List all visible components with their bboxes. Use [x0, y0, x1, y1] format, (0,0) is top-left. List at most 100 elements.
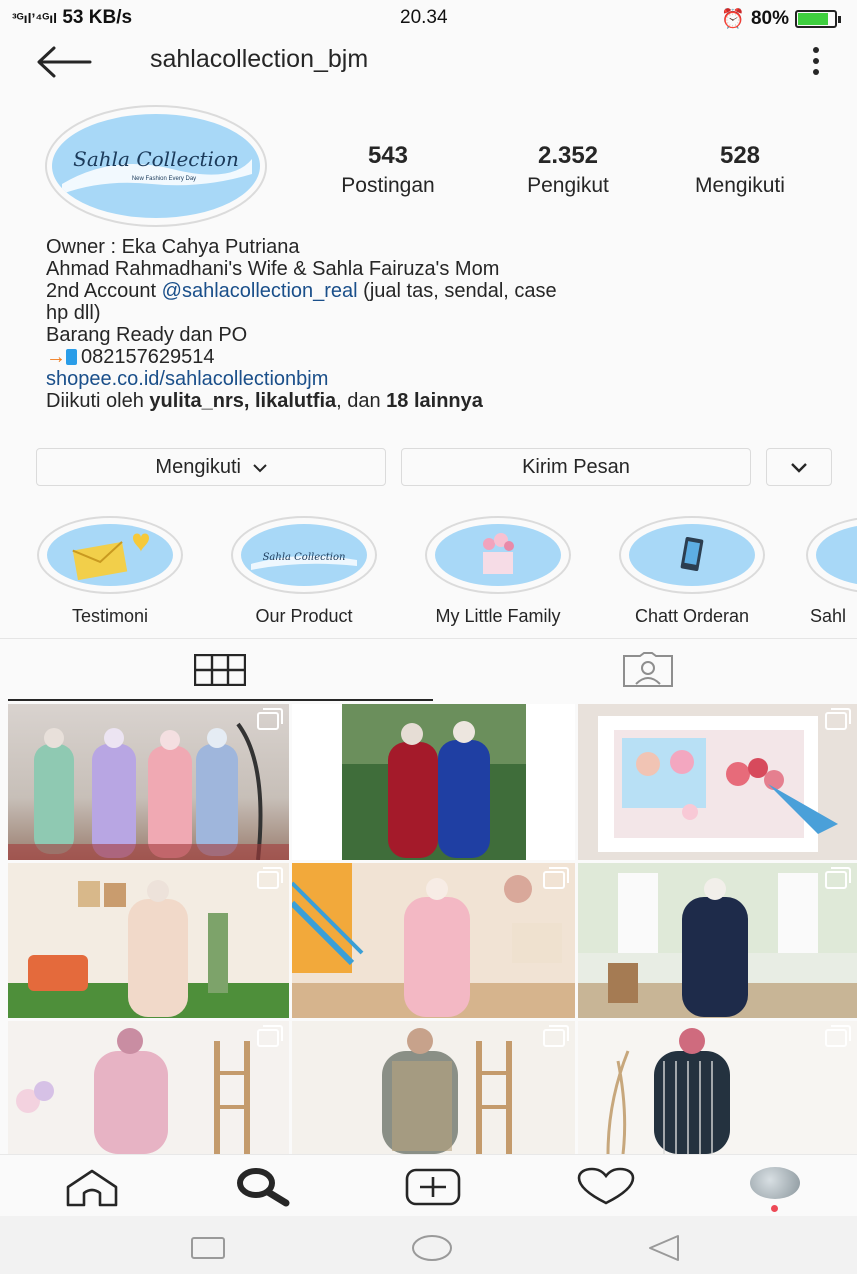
website-link[interactable]: shopee.co.id/sahlacollectionbjm — [46, 368, 826, 390]
highlight-label: Chatt Orderan — [634, 606, 750, 626]
highlight-our-product[interactable]: Sahla Collection Our Product — [224, 516, 384, 627]
new-post-icon[interactable] — [404, 1167, 462, 1207]
stat-following[interactable]: 528 Mengikuti — [670, 142, 810, 198]
followers-label: Pengikut — [527, 174, 609, 197]
multiple-posts-icon — [543, 867, 569, 889]
tabs-divider — [0, 638, 857, 639]
home-button-icon[interactable] — [410, 1234, 454, 1262]
highlight-label: Testimoni — [71, 606, 149, 626]
heart-icon[interactable] — [576, 1167, 636, 1207]
post-thumbnail[interactable] — [292, 863, 575, 1018]
posts-count: 543 — [367, 142, 409, 169]
bio-line: hp dll) — [46, 302, 101, 324]
arrow-phone-icon: → — [46, 346, 66, 368]
highlight-cover — [629, 524, 755, 586]
phone-icon — [66, 349, 77, 365]
network-signal: ³ᴳıl’⁴ᴳıl 53 KB/s — [12, 7, 132, 29]
multiple-posts-icon — [543, 708, 569, 730]
signal-icon: ³ᴳıl’⁴ᴳıl — [12, 10, 58, 26]
tagged-posts-icon[interactable] — [620, 652, 676, 688]
suggested-toggle-button[interactable] — [766, 448, 832, 486]
profile-username: sahlacollection_bjm — [150, 45, 369, 73]
phone-number: 082157629514 — [81, 346, 215, 368]
highlight-ring: Sahla Collection — [231, 516, 377, 594]
message-button[interactable]: Kirim Pesan — [401, 448, 751, 486]
highlight-ring — [425, 516, 571, 594]
envelope-heart-icon — [72, 533, 149, 581]
multiple-posts-icon — [257, 1025, 283, 1047]
highlight-testimoni[interactable]: Testimoni — [30, 516, 190, 627]
multiple-posts-icon — [543, 1025, 569, 1047]
profile-avatar-tab[interactable] — [750, 1167, 800, 1199]
status-bar: ³ᴳıl’⁴ᴳıl 53 KB/s 20.34 ⏰ 80% — [0, 0, 857, 34]
following-button-label: Mengikuti — [155, 456, 242, 478]
posts-label: Postingan — [341, 174, 435, 197]
post-thumbnail[interactable] — [8, 863, 289, 1018]
highlight-cover: Sahla Collection — [241, 524, 367, 586]
highlight-ring — [37, 516, 183, 594]
highlight-cover — [435, 524, 561, 586]
chevron-down-icon — [252, 464, 267, 473]
bio-line: → 082157629514 — [46, 346, 826, 368]
active-tab-indicator — [8, 699, 433, 701]
notification-dot — [771, 1205, 778, 1212]
gift-box-icon — [483, 533, 514, 574]
post-thumbnail[interactable] — [578, 863, 857, 1018]
following-button[interactable]: Mengikuti — [36, 448, 386, 486]
highlight-ring — [619, 516, 765, 594]
post-thumbnail[interactable] — [8, 704, 289, 860]
battery-percent: 80% — [750, 8, 789, 29]
system-navigation — [0, 1216, 857, 1274]
clock: 20.34 — [400, 7, 448, 28]
network-speed: 53 KB/s — [62, 7, 133, 28]
post-thumbnail[interactable] — [292, 1021, 575, 1154]
home-icon[interactable] — [64, 1169, 120, 1207]
bio-line: Ahmad Rahmadhani's Wife & Sahla Fairuza'… — [46, 258, 500, 280]
followers-count: 2.352 — [537, 142, 599, 169]
back-button-icon[interactable] — [646, 1234, 682, 1262]
alarm-icon: ⏰ — [721, 9, 745, 30]
followed-by[interactable]: Diikuti oleh yulita_nrs, likalutfia, dan… — [46, 390, 826, 412]
svg-text:Sahla Collection: Sahla Collection — [263, 552, 346, 563]
highlight-my-little-family[interactable]: My Little Family — [418, 516, 578, 627]
post-thumbnail[interactable] — [578, 1021, 857, 1154]
multiple-posts-icon — [825, 708, 851, 730]
grid-view-icon[interactable] — [194, 654, 246, 686]
multiple-posts-icon — [257, 708, 283, 730]
avatar[interactable]: Sahla Collection New Fashion Every Day — [52, 114, 260, 218]
bio-line: Barang Ready dan PO — [46, 324, 248, 346]
following-count: 528 — [719, 142, 761, 169]
recent-apps-icon[interactable] — [190, 1236, 226, 1260]
highlight-chatt-orderan[interactable]: Chatt Orderan — [612, 516, 772, 627]
profile-bio: Owner : Eka Cahya Putriana Ahmad Rahmadh… — [46, 236, 826, 412]
following-label: Mengikuti — [695, 174, 785, 197]
chevron-down-icon — [791, 462, 807, 473]
bio-line: 2nd Account @sahlacollection_real (jual … — [46, 280, 557, 302]
more-options-icon[interactable] — [808, 46, 824, 76]
highlight-cover — [816, 524, 857, 586]
post-thumbnail[interactable] — [8, 1021, 289, 1154]
mention-link[interactable]: @sahlacollection_real — [162, 280, 358, 302]
highlight-ring — [806, 516, 857, 594]
bio-line: Owner : Eka Cahya Putriana — [46, 236, 300, 258]
bottom-navigation — [0, 1154, 857, 1217]
post-thumbnail[interactable] — [578, 704, 857, 860]
avatar-logo-text: Sahla Collection — [73, 147, 239, 171]
search-icon[interactable] — [234, 1167, 292, 1207]
highlight-label: Our Product — [255, 606, 353, 626]
battery-icon — [795, 10, 841, 28]
logo-icon: Sahla Collection — [251, 552, 357, 570]
back-arrow-icon[interactable] — [34, 44, 94, 80]
highlight-label: My Little Family — [435, 606, 561, 626]
status-right: ⏰ 80% — [721, 7, 841, 31]
stat-posts[interactable]: 543 Postingan — [318, 142, 458, 198]
avatar-tagline: New Fashion Every Day — [132, 176, 196, 182]
post-thumbnail[interactable] — [292, 704, 575, 860]
highlight-cover — [47, 524, 173, 586]
highlight-label: Sahl — [810, 606, 847, 626]
highlight-sahla[interactable]: Sahl — [806, 516, 857, 627]
multiple-posts-icon — [825, 1025, 851, 1047]
stat-followers[interactable]: 2.352 Pengikut — [498, 142, 638, 198]
multiple-posts-icon — [257, 867, 283, 889]
multiple-posts-icon — [825, 867, 851, 889]
